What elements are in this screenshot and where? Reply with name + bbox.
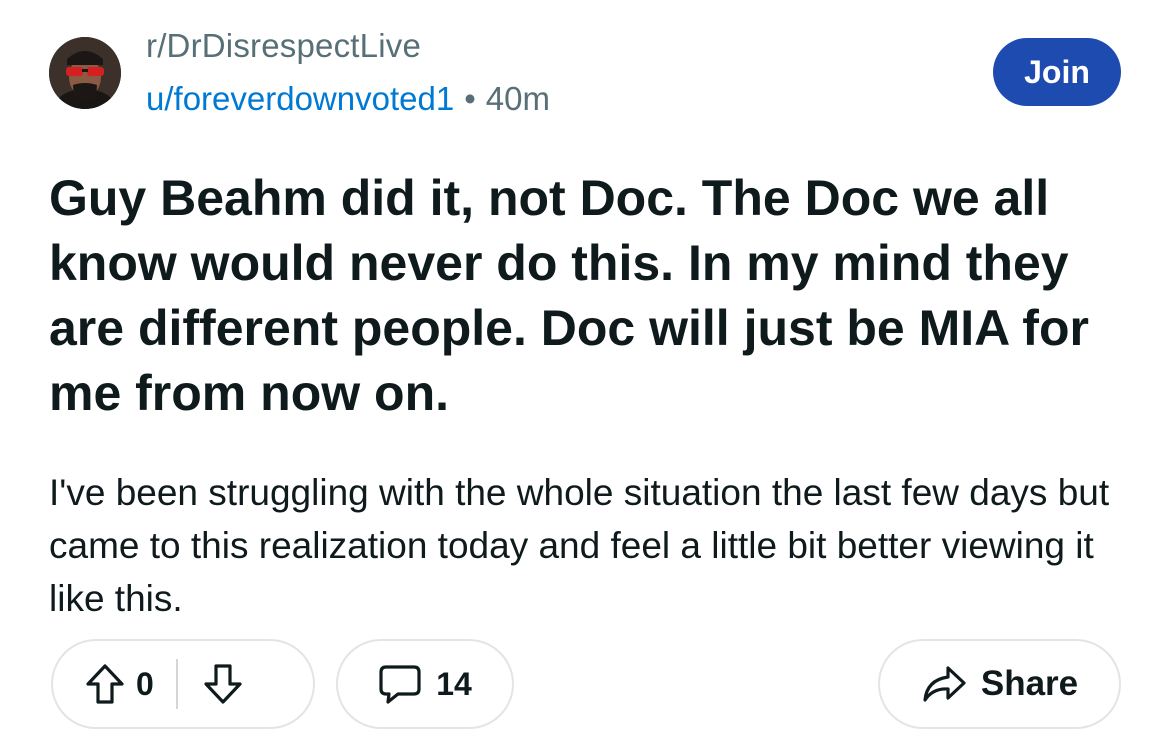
vote-divider (175, 659, 178, 709)
post-body: I've been struggling with the whole situ… (49, 472, 1110, 619)
share-arrow-icon (921, 664, 967, 704)
join-button[interactable]: Join (993, 38, 1121, 106)
comment-count: 14 (436, 665, 472, 702)
subreddit-name[interactable]: r/DrDisrespectLive (146, 27, 421, 65)
post-card: r/DrDisrespectLive u/foreverdownvoted1 • 4… (0, 0, 1170, 740)
subreddit-avatar[interactable] (49, 37, 121, 109)
post-title[interactable]: Guy Beahm did it, not Doc. The Doc we al… (49, 166, 1139, 426)
post-age: 40m (485, 80, 550, 117)
share-button[interactable]: Share (878, 639, 1121, 729)
avatar-image (49, 37, 121, 109)
author-link[interactable]: u/foreverdownvoted1 (146, 80, 454, 117)
arrow-down-icon[interactable] (202, 662, 244, 706)
vote-bar: 0 (51, 639, 315, 729)
share-label: Share (980, 664, 1079, 703)
arrow-up-icon[interactable] (84, 662, 126, 706)
meta-separator: • (464, 80, 476, 117)
comments-button[interactable]: 14 (336, 639, 514, 729)
vote-score: 0 (136, 665, 154, 702)
post-meta: u/foreverdownvoted1 • 40m (146, 80, 550, 118)
speech-bubble-icon (378, 663, 422, 705)
